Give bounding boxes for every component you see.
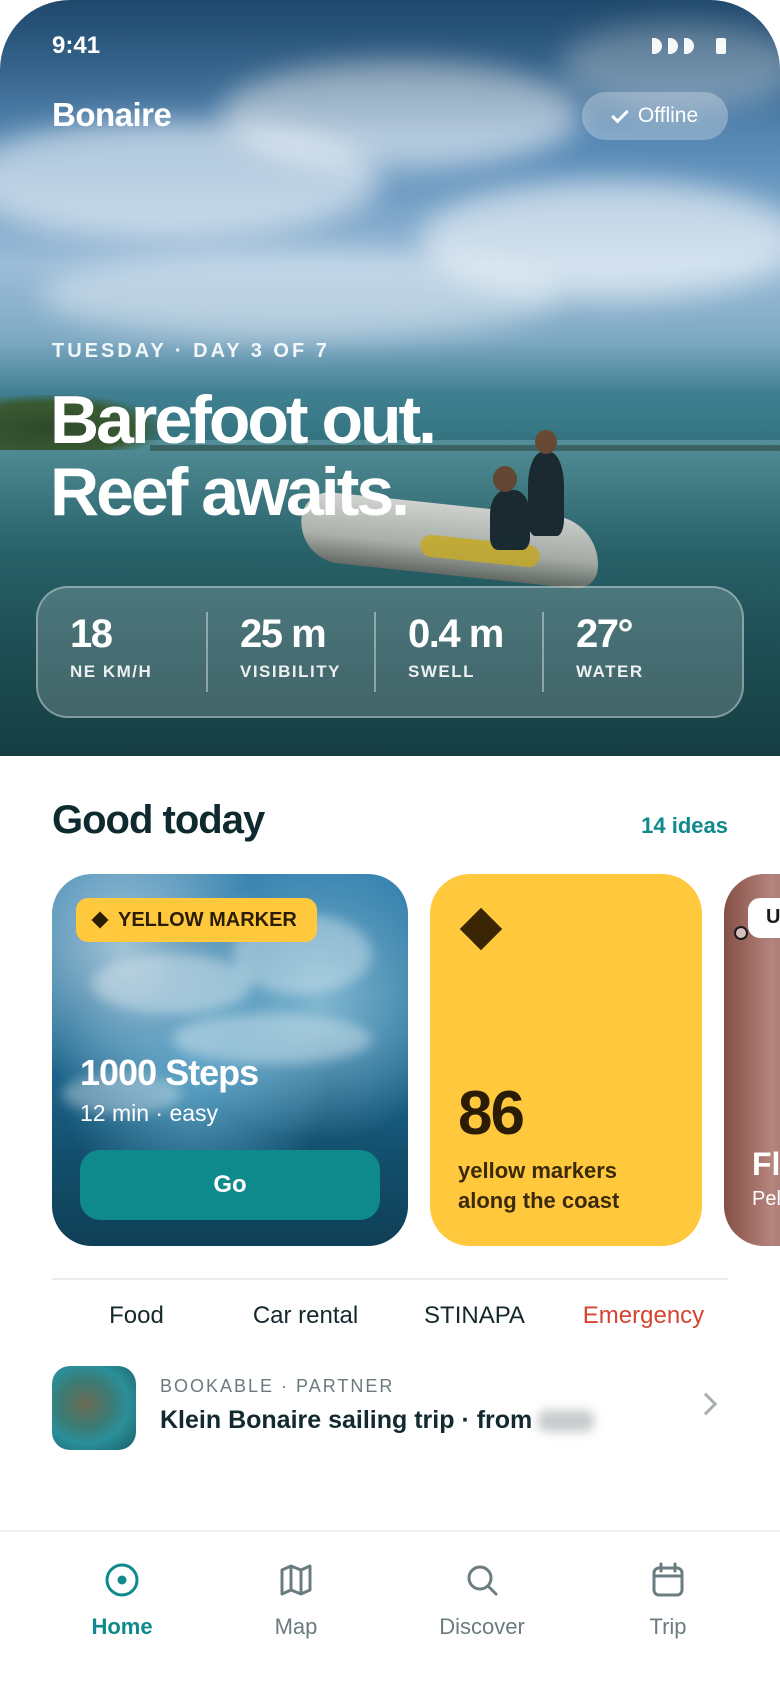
battery-icon bbox=[716, 38, 726, 54]
next-idea-card[interactable]: U Fl Pel bbox=[724, 874, 780, 1246]
tab-bar: Home Map Discover Trip bbox=[0, 1530, 780, 1688]
marker-count: 86 bbox=[458, 1079, 525, 1148]
water-foam bbox=[92, 954, 252, 1014]
stat-water: 27° WATER bbox=[542, 612, 710, 692]
wifi-icon bbox=[684, 38, 694, 54]
marker-badge-label: YELLOW MARKER bbox=[118, 908, 297, 931]
hero-photo: 9:41 Bonaire Offline TUESDAY · DAY 3 OF … bbox=[0, 0, 780, 756]
stat-label: SWELL bbox=[408, 662, 475, 681]
stat-label: VISIBILITY bbox=[240, 662, 341, 681]
partner-eyebrow: BOOKABLE · PARTNER bbox=[160, 1376, 395, 1396]
app-title: Bonaire bbox=[52, 96, 172, 133]
tab-label: Discover bbox=[439, 1614, 525, 1639]
signal-icon bbox=[652, 38, 662, 54]
home-icon bbox=[102, 1560, 142, 1600]
tab-label: Home bbox=[91, 1614, 153, 1639]
next-card-subtitle: Pel bbox=[752, 1188, 780, 1210]
status-time: 9:41 bbox=[52, 32, 101, 59]
signal-icon bbox=[668, 38, 678, 54]
tab-label: Trip bbox=[649, 1614, 687, 1639]
next-card-title: Fl bbox=[752, 1146, 780, 1182]
stat-swell: 0.4 m SWELL bbox=[374, 612, 542, 692]
hero-headline: Barefoot out. Reef awaits. bbox=[50, 382, 437, 530]
tab-home[interactable]: Home bbox=[52, 1560, 192, 1640]
tab-label: Map bbox=[274, 1614, 318, 1639]
partner-thumbnail bbox=[52, 1366, 136, 1450]
stat-value: 18 bbox=[70, 612, 113, 656]
dive-site-meta: 12 min · easy bbox=[80, 1100, 219, 1126]
offline-label: Offline bbox=[637, 104, 699, 127]
day-eyebrow: TUESDAY · DAY 3 OF 7 bbox=[52, 340, 330, 362]
stat-value: 25 m bbox=[240, 612, 327, 656]
diamond-icon bbox=[459, 907, 503, 951]
stat-value: 27° bbox=[576, 612, 634, 656]
calendar-icon bbox=[648, 1560, 688, 1600]
partner-title-row: Klein Bonaire sailing trip · from bbox=[160, 1406, 595, 1435]
search-icon bbox=[462, 1560, 502, 1600]
partner-title: Klein Bonaire sailing trip · from bbox=[160, 1406, 533, 1434]
stat-label: NE KM/H bbox=[70, 662, 153, 681]
quick-link-food[interactable]: Food bbox=[52, 1296, 221, 1340]
chevron-right-icon bbox=[694, 1392, 718, 1416]
quick-links: Food Car rental STINAPA Emergency bbox=[52, 1296, 728, 1340]
yellow-markers-card[interactable]: 86 yellow markers along the coast bbox=[430, 874, 702, 1246]
offline-status-button[interactable]: Offline bbox=[582, 92, 728, 140]
check-icon bbox=[610, 105, 629, 123]
diamond-icon bbox=[91, 911, 109, 929]
tab-discover[interactable]: Discover bbox=[412, 1560, 552, 1640]
map-icon bbox=[276, 1560, 316, 1600]
blurred-price bbox=[538, 1410, 595, 1433]
next-card-badge: U bbox=[748, 898, 780, 938]
quick-link-emergency[interactable]: Emergency bbox=[559, 1296, 728, 1340]
tab-trip[interactable]: Trip bbox=[598, 1560, 738, 1640]
ideas-link[interactable]: 14 ideas bbox=[641, 813, 728, 839]
divider bbox=[52, 1278, 728, 1280]
dive-site-title: 1000 Steps bbox=[80, 1052, 259, 1093]
quick-link-stinapa[interactable]: STINAPA bbox=[390, 1296, 559, 1340]
partner-offer-row[interactable]: BOOKABLE · PARTNER Klein Bonaire sailing… bbox=[52, 1366, 728, 1450]
dive-site-card[interactable]: YELLOW MARKER 1000 Steps 12 min · easy G… bbox=[52, 874, 408, 1246]
headline-line-1: Barefoot out. bbox=[50, 382, 437, 458]
app-screen: 9:41 Bonaire Offline TUESDAY · DAY 3 OF … bbox=[0, 0, 780, 1688]
go-button[interactable]: Go bbox=[80, 1150, 380, 1220]
marker-badge: YELLOW MARKER bbox=[76, 898, 317, 942]
marker-description: yellow markers along the coast bbox=[458, 1158, 620, 1213]
tab-map[interactable]: Map bbox=[226, 1560, 366, 1640]
conditions-panel: 18 NE KM/H 25 m VISIBILITY 0.4 m SWELL 2… bbox=[36, 586, 744, 718]
headline-line-2: Reef awaits. bbox=[50, 454, 410, 530]
stat-label: WATER bbox=[576, 662, 644, 681]
stat-visibility: 25 m VISIBILITY bbox=[206, 612, 374, 692]
status-icons bbox=[652, 38, 726, 54]
compass-icon bbox=[734, 926, 748, 940]
quick-link-car-rental[interactable]: Car rental bbox=[221, 1296, 390, 1340]
stat-wind: 18 NE KM/H bbox=[38, 612, 206, 692]
stat-value: 0.4 m bbox=[408, 612, 504, 656]
section-title: Good today bbox=[52, 798, 265, 842]
